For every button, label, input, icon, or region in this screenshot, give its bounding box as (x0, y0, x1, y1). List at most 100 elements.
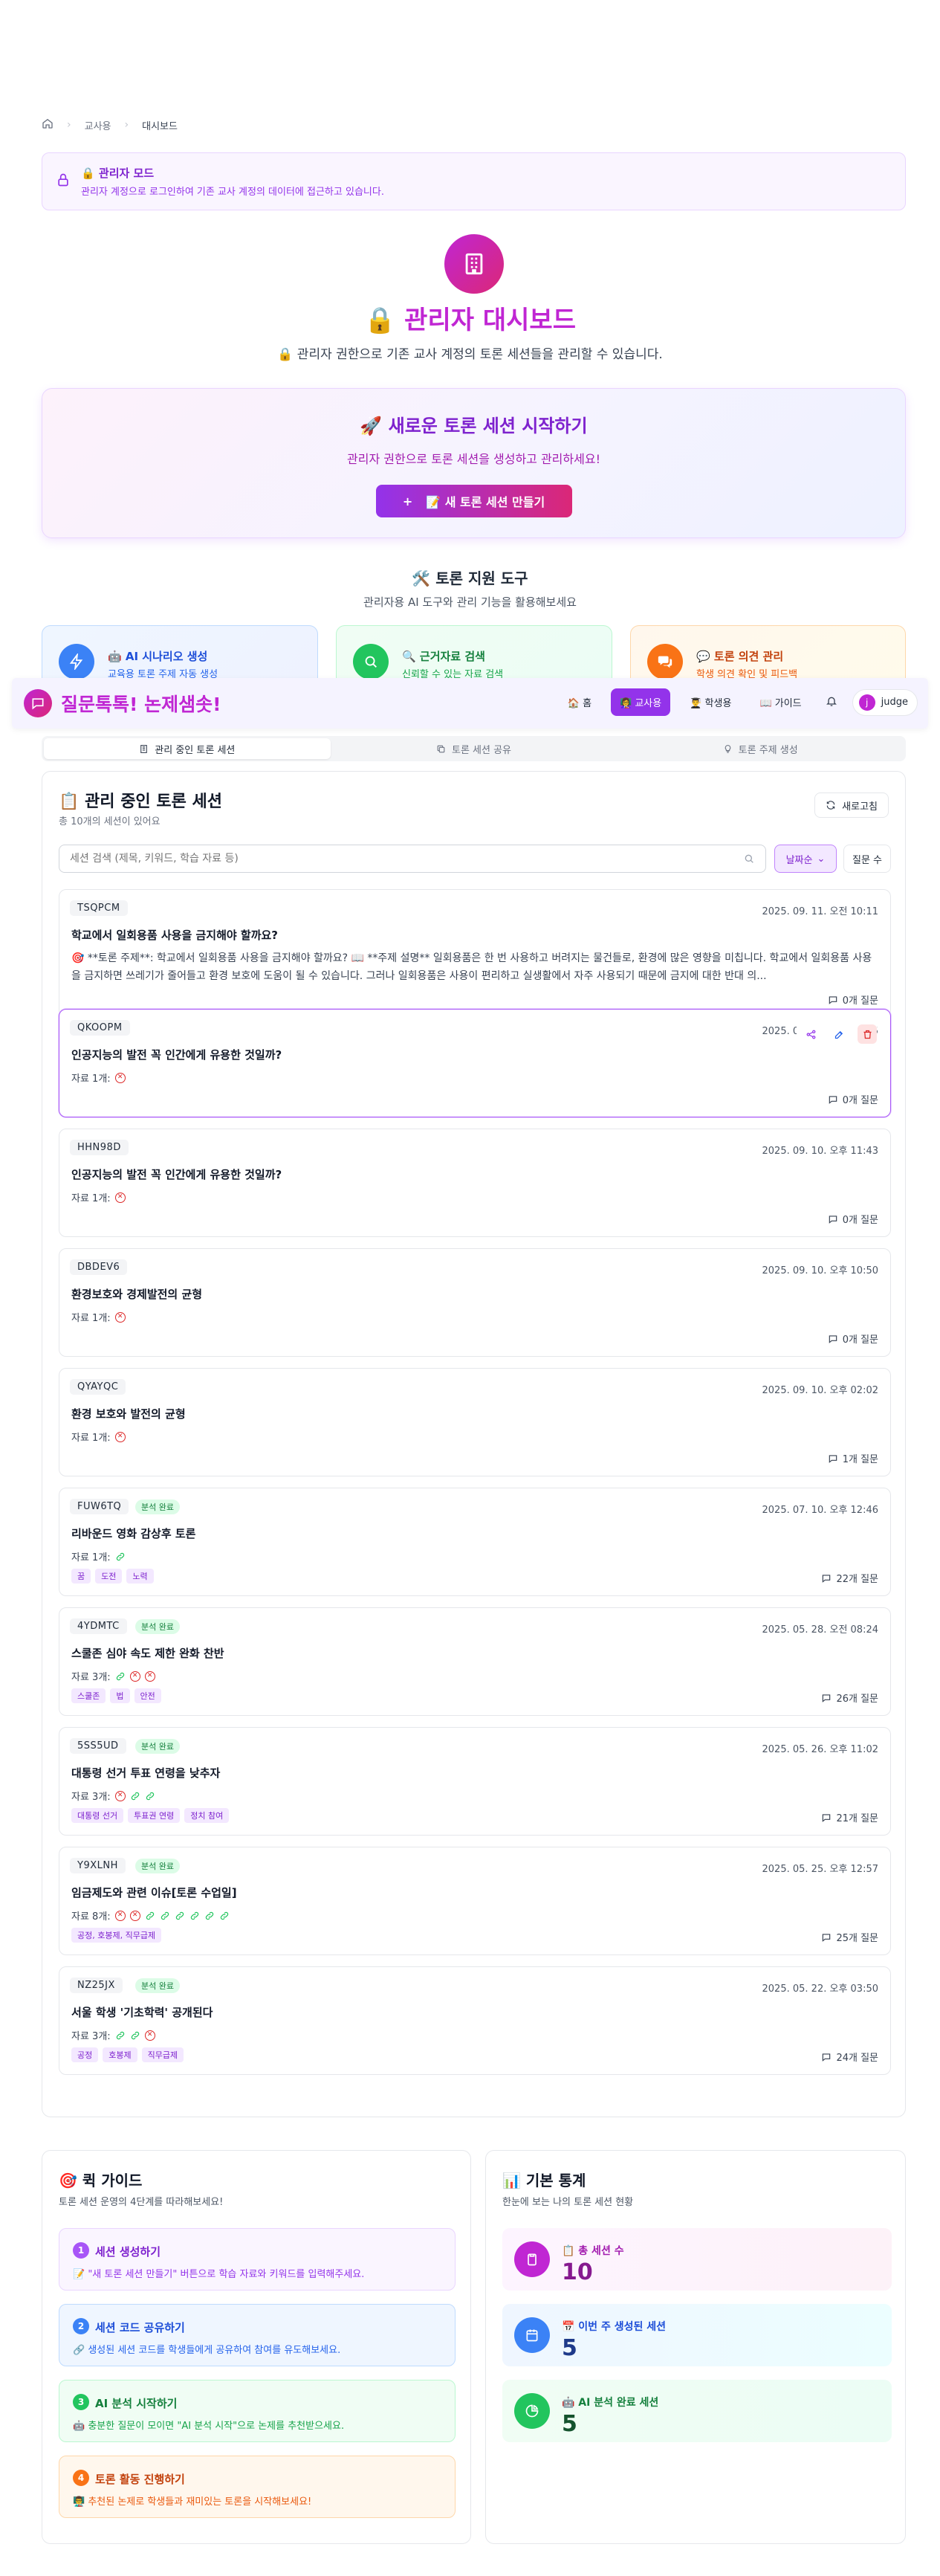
refresh-icon (826, 801, 835, 810)
refresh-button[interactable]: 새로고침 (814, 793, 889, 818)
session-card[interactable]: NZ25JX 분석 완료 2025. 05. 22. 오후 03:50 서울 학생 '… (59, 1966, 891, 2075)
stat-total-sessions: 📋 총 세션 수 10 (502, 2228, 892, 2291)
stat-label: 📋 총 세션 수 (562, 2245, 624, 2257)
question-count: 1개 질문 (828, 1451, 878, 1465)
step-desc: 📝 "새 토론 세션 만들기" 버튼으로 학습 자료와 키워드를 입력해주세요. (73, 2269, 365, 2280)
tab-generate-topic[interactable]: 토론 주제 생성 (617, 738, 904, 759)
material-error-icon[interactable]: ✕ (144, 2030, 155, 2041)
session-card[interactable]: QYAYQC 2025. 09. 10. 오후 02:02 환경 보호와 발전의 균… (59, 1368, 891, 1476)
keyword-tag: 꿈 (71, 1569, 91, 1584)
brand-title[interactable]: 질문톡톡! 논제샘솟! (61, 690, 221, 717)
material-error-icon[interactable]: ✕ (114, 1910, 126, 1921)
material-error-icon[interactable]: ✕ (114, 1431, 126, 1442)
tab-managed-sessions[interactable]: 관리 중인 토론 세션 (44, 738, 331, 759)
session-card[interactable]: QKOOPM2025. 09. 11. 오전 10:05인공지능의 발전 꼭 인… (59, 1009, 891, 1117)
session-title: 인공지능의 발전 꼭 인간에게 유용한 것일까? (71, 1168, 282, 1181)
sort-label: 질문 수 (852, 854, 882, 866)
materials-label: 자료 1개: (71, 1193, 111, 1204)
session-card[interactable]: 4YDMTC 분석 완료 2025. 05. 28. 오전 08:24 스쿨존 심야 … (59, 1607, 891, 1716)
session-code: QYAYQC (70, 1379, 126, 1395)
session-materials: 자료 3개: ✕ (71, 1789, 155, 1803)
comment-icon (823, 2053, 831, 2062)
session-title: 학교에서 일회용품 사용을 금지해야 할까요? (71, 929, 278, 942)
session-card[interactable]: HHN98D 2025. 09. 10. 오후 11:43 인공지능의 발전 꼭 인… (59, 1129, 891, 1237)
create-session-button[interactable]: + 📝 새 토론 세션 만들기 (375, 485, 572, 517)
material-error-icon[interactable]: ✕ (114, 1311, 126, 1323)
material-link-icon[interactable] (115, 1552, 126, 1562)
material-link-icon[interactable] (189, 1911, 200, 1921)
session-search (59, 845, 766, 873)
session-title: 서울 학생 '기초학력' 공개된다 (71, 2006, 213, 2019)
admin-mode-desc: 관리자 계정으로 로그인하여 기존 교사 계정의 데이터에 접근하고 있습니다. (81, 187, 384, 198)
breadcrumb: › 교사용 › 대시보드 (42, 117, 178, 132)
material-link-icon[interactable] (130, 1791, 140, 1801)
session-code: QKOOPM (70, 1020, 130, 1036)
search-input[interactable] (70, 853, 709, 865)
material-link-icon[interactable] (204, 1911, 215, 1921)
home-icon[interactable] (42, 117, 54, 132)
materials-label: 자료 3개: (71, 1672, 111, 1683)
material-link-icon[interactable] (175, 1911, 185, 1921)
material-link-icon[interactable] (115, 2030, 126, 2041)
question-count-label: 0개 질문 (842, 1334, 878, 1346)
session-date: 2025. 05. 25. 오후 12:57 (762, 1864, 878, 1875)
session-keywords: 꿈 도전 노력 (71, 1569, 154, 1584)
stats-card: 📊 기본 통계 한눈에 보는 나의 토론 세션 현황 📋 총 세션 수 10 📅… (485, 2150, 906, 2544)
keyword-tag: 공정, 호봉제, 직무급제 (71, 1928, 162, 1943)
user-menu[interactable]: j judge (852, 688, 918, 716)
sessions-panel: 📋 관리 중인 토론 세션 총 10개의 세션이 있어요 새로고침 날짜순 ⌄ … (42, 771, 906, 2117)
stats-subtitle: 한눈에 보는 나의 토론 세션 현황 (502, 2197, 634, 2208)
stat-value: 10 (562, 2259, 593, 2285)
session-card[interactable]: FUW6TQ 분석 완료 2025. 07. 10. 오후 12:46 리바운드 영화… (59, 1488, 891, 1596)
new-session-card: 🚀 새로운 토론 세션 시작하기 관리자 권한으로 토론 세션을 생성하고 관리… (42, 388, 906, 538)
material-link-icon[interactable] (130, 2030, 140, 2041)
quick-guide-title: 🎯 퀵 가이드 (59, 2172, 143, 2189)
nav-student[interactable]: 👨‍🎓 학생용 (681, 688, 740, 716)
delete-icon[interactable] (858, 1024, 877, 1044)
material-link-icon[interactable] (219, 1911, 230, 1921)
page-subtitle: 🔒 관리자 권한으로 기존 교사 계정의 토론 세션들을 관리할 수 있습니다. (277, 347, 663, 362)
status-badge: 분석 완료 (135, 1619, 180, 1634)
material-error-icon[interactable]: ✕ (129, 1670, 140, 1682)
session-actions (797, 1024, 877, 1044)
breadcrumb-item-teacher[interactable]: 교사용 (85, 118, 111, 132)
nav-teacher[interactable]: 👩‍🏫 교사용 (611, 688, 671, 716)
material-error-icon[interactable]: ✕ (114, 1192, 126, 1203)
session-card[interactable]: Y9XLNH 분석 완료 2025. 05. 25. 오후 12:57 임금제도와 관… (59, 1847, 891, 1955)
keyword-tag: 투표권 연령 (128, 1808, 181, 1823)
session-title: 환경 보호와 발전의 균형 (71, 1407, 186, 1421)
session-date: 2025. 09. 10. 오후 10:50 (762, 1265, 878, 1276)
material-link-icon[interactable] (145, 1791, 155, 1801)
stat-label: 📅 이번 주 생성된 세션 (562, 2321, 666, 2333)
materials-label: 자료 1개: (71, 1313, 111, 1324)
step-number: 1 (73, 2242, 89, 2259)
session-code: 5SS5UD (70, 1738, 126, 1754)
step-number: 3 (73, 2394, 89, 2410)
material-link-icon[interactable] (160, 1911, 170, 1921)
chat-logo-icon[interactable] (24, 689, 52, 717)
material-error-icon[interactable]: ✕ (114, 1072, 126, 1083)
material-link-icon[interactable] (115, 1671, 126, 1682)
tab-share-session[interactable]: 토론 세션 공유 (331, 738, 618, 759)
sort-date-button[interactable]: 날짜순 ⌄ (774, 845, 837, 873)
session-card[interactable]: TSQPCM 2025. 09. 11. 오전 10:11 학교에서 일회용품 사용… (59, 889, 891, 1018)
material-link-icon[interactable] (145, 1911, 155, 1921)
plus-icon: + (402, 494, 413, 509)
session-card[interactable]: 5SS5UD 분석 완료 2025. 05. 26. 오후 11:02 대통령 선거 … (59, 1727, 891, 1836)
guide-step: 4 토론 활동 진행하기 👨‍🏫 추천된 논제로 학생들과 재미있는 토론을 시… (59, 2456, 456, 2518)
materials-label: 자료 1개: (71, 1552, 111, 1563)
edit-icon[interactable] (829, 1024, 849, 1044)
question-count-label: 21개 질문 (836, 1813, 878, 1824)
share-icon[interactable] (801, 1024, 820, 1044)
bell-icon[interactable] (821, 695, 842, 710)
material-error-icon[interactable]: ✕ (114, 1790, 126, 1801)
session-code: TSQPCM (70, 900, 128, 916)
sort-questions-button[interactable]: 질문 수 (843, 845, 891, 873)
session-card[interactable]: DBDEV6 2025. 09. 10. 오후 10:50 환경보호와 경제발전의 … (59, 1248, 891, 1357)
material-error-icon[interactable]: ✕ (129, 1910, 140, 1921)
material-error-icon[interactable]: ✕ (144, 1670, 155, 1682)
nav-guide[interactable]: 📖 가이드 (751, 688, 810, 716)
sessions-title: 📋 관리 중인 토론 세션 (59, 793, 222, 811)
nav-home[interactable]: 🏠 홈 (559, 688, 600, 716)
session-code: NZ25JX (70, 1978, 123, 1993)
